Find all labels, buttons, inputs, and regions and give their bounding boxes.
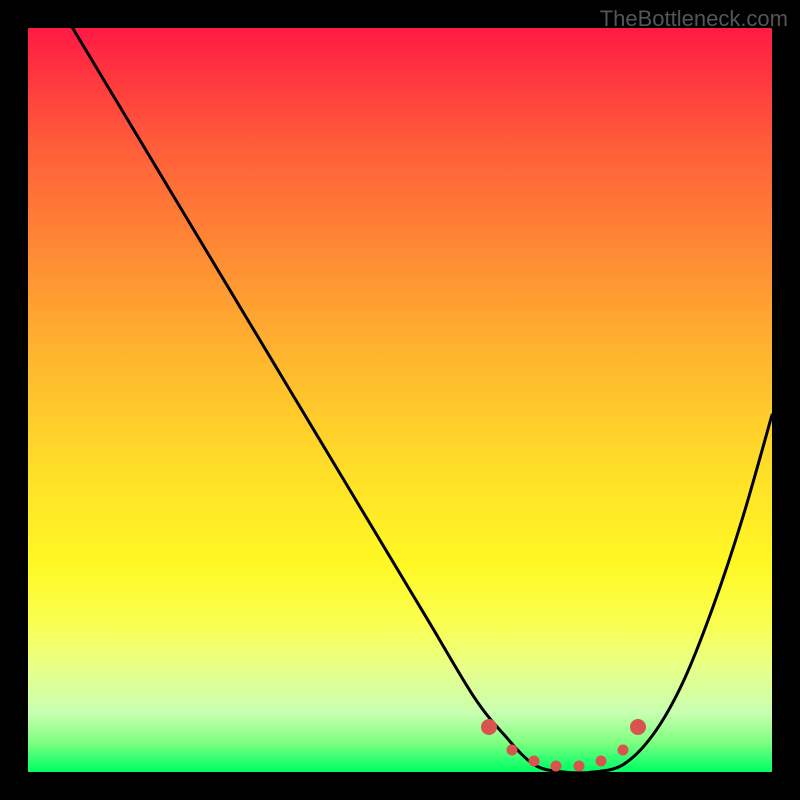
optimal-marker (573, 761, 584, 772)
chart-svg (28, 28, 772, 772)
optimal-marker (481, 719, 497, 735)
optimal-marker (506, 744, 517, 755)
watermark-text: TheBottleneck.com (600, 6, 788, 32)
optimal-marker (551, 761, 562, 772)
plot-area (28, 28, 772, 772)
optimal-marker (618, 744, 629, 755)
optimal-marker (528, 755, 539, 766)
bottleneck-curve (28, 28, 772, 772)
optimal-marker (630, 719, 646, 735)
optimal-marker (595, 755, 606, 766)
